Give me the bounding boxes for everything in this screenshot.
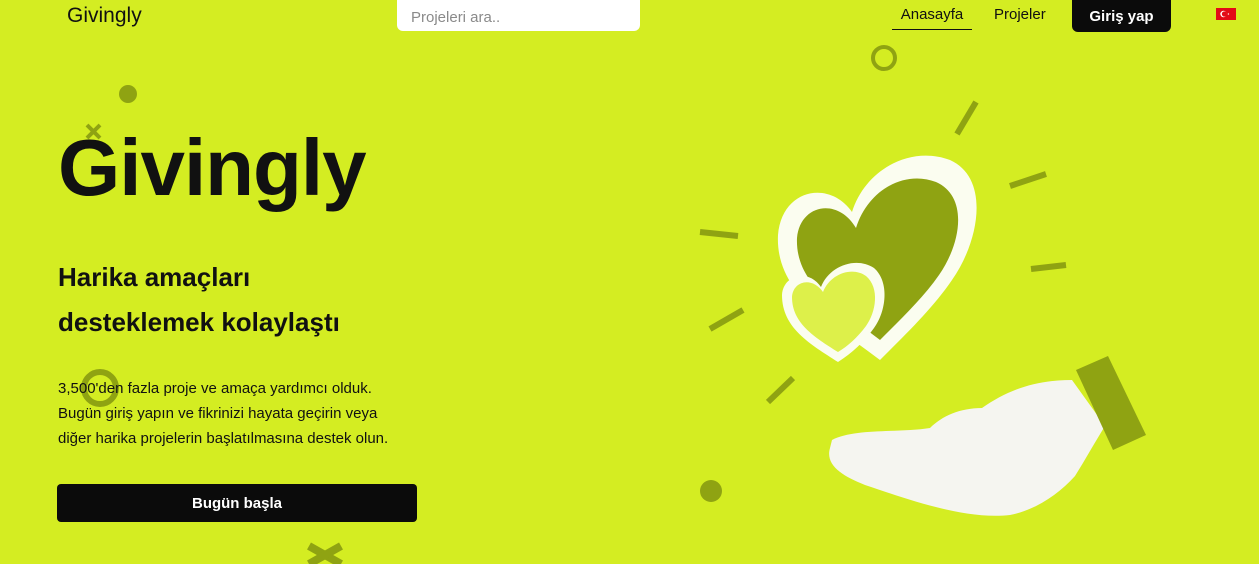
hero-subtitle-line: desteklemek kolaylaştı	[58, 307, 340, 337]
turkey-flag-icon[interactable]	[1216, 8, 1236, 20]
brand-logo[interactable]: Givingly	[67, 4, 142, 28]
hero-subtitle-line: Harika amaçları	[58, 262, 251, 292]
hero-description-line: Bugün giriş yapın ve fikrinizi hayata ge…	[58, 405, 378, 422]
decor-cross	[307, 542, 343, 564]
search-input[interactable]	[397, 0, 640, 31]
hand-icon	[829, 380, 1105, 516]
hero-title: Givingly	[58, 123, 367, 212]
decor-ring	[871, 45, 897, 71]
hero-description-line: 3,500'den fazla proje ve amaça yardımcı …	[58, 380, 372, 397]
get-started-button[interactable]: Bugün başla	[57, 484, 417, 522]
decor-dot	[119, 85, 137, 103]
hero-description: 3,500'den fazla proje ve amaça yardımcı …	[58, 376, 438, 451]
nav-projects-link[interactable]: Projeler	[994, 6, 1046, 23]
hero-subtitle: Harika amaçları desteklemek kolaylaştı	[58, 255, 418, 345]
hand-holding-hearts-icon	[699, 100, 1146, 516]
nav-home-link[interactable]: Anasayfa	[892, 6, 972, 30]
login-button[interactable]: Giriş yap	[1072, 0, 1171, 32]
hero-description-line: diğer harika projelerin başlatılmasına d…	[58, 430, 389, 447]
